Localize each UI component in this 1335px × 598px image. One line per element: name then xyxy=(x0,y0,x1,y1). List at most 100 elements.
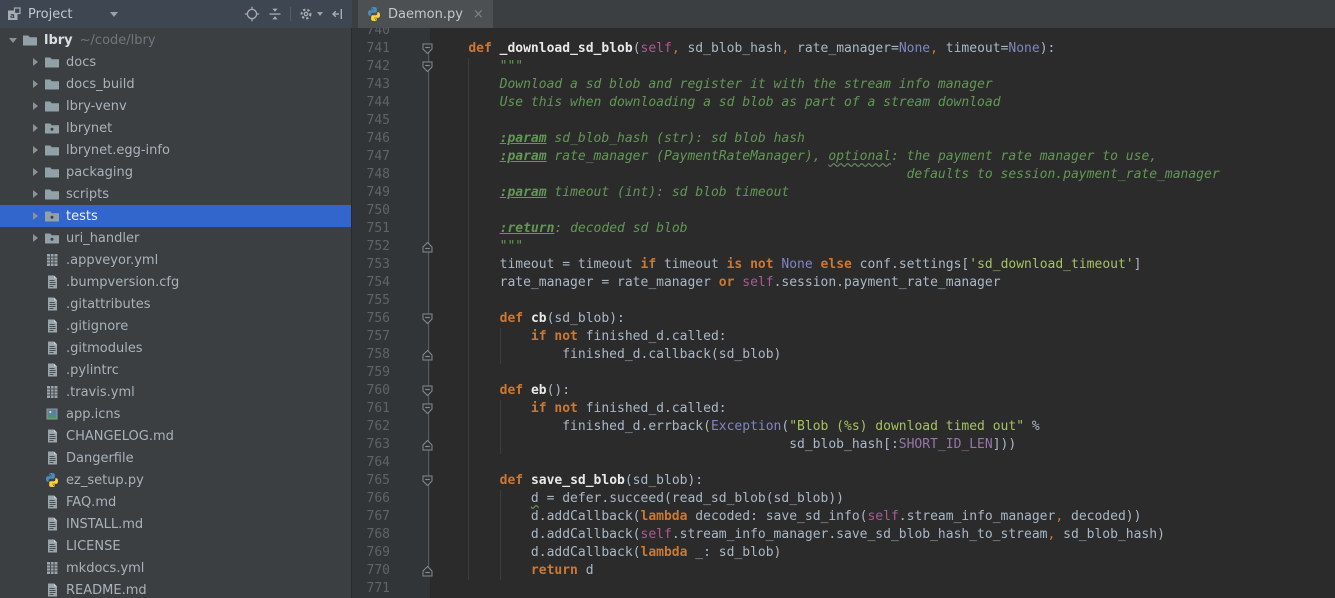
code-line-745[interactable]: 745 xyxy=(352,112,1335,130)
folder-icon xyxy=(22,32,38,48)
chevron-collapsed-icon[interactable] xyxy=(28,146,42,154)
tree-item-lbrynet[interactable]: lbrynet xyxy=(0,117,351,139)
fold-start-marker-icon[interactable] xyxy=(396,58,437,76)
chevron-collapsed-icon[interactable] xyxy=(28,234,42,242)
code-line-749[interactable]: 749 :param timeout (int): sd blob timeou… xyxy=(352,184,1335,202)
project-tool-icon: a xyxy=(6,6,22,22)
tree-item-changelog-md[interactable]: CHANGELOG.md xyxy=(0,425,351,447)
tree-item-ez-setup-py[interactable]: ez_setup.py xyxy=(0,469,351,491)
code-line-766[interactable]: 766 d = defer.succeed(read_sd_blob(sd_bl… xyxy=(352,490,1335,508)
code-line-744[interactable]: 744 Use this when downloading a sd blob … xyxy=(352,94,1335,112)
tree-item--pylintrc[interactable]: .pylintrc xyxy=(0,359,351,381)
chevron-collapsed-icon[interactable] xyxy=(28,190,42,198)
project-tree-panel[interactable]: lbry~/code/lbrydocsdocs_buildlbry-venvlb… xyxy=(0,28,352,598)
code-line-761[interactable]: 761 if not finished_d.called: xyxy=(352,400,1335,418)
tree-item--gitmodules[interactable]: .gitmodules xyxy=(0,337,351,359)
fold-column xyxy=(396,130,437,148)
fold-column xyxy=(396,94,437,112)
fold-end-marker-icon[interactable] xyxy=(396,238,437,256)
fold-start-marker-icon[interactable] xyxy=(396,400,437,418)
code-line-740[interactable]: 740 xyxy=(352,28,1335,40)
fold-start-marker-icon[interactable] xyxy=(396,40,437,58)
code-line-747[interactable]: 747 :param rate_manager (PaymentRateMana… xyxy=(352,148,1335,166)
code-line-751[interactable]: 751 :return: decoded sd blob xyxy=(352,220,1335,238)
tree-item-dangerfile[interactable]: Dangerfile xyxy=(0,447,351,469)
line-number: 758 xyxy=(352,346,396,364)
chevron-collapsed-icon[interactable] xyxy=(28,168,42,176)
tree-item-label: README.md xyxy=(66,583,147,598)
collapse-all-icon[interactable] xyxy=(267,6,283,22)
tree-item--travis-yml[interactable]: .travis.yml xyxy=(0,381,351,403)
code-line-768[interactable]: 768 d.addCallback(self.stream_info_manag… xyxy=(352,526,1335,544)
fold-end-marker-icon[interactable] xyxy=(396,562,437,580)
tree-item-scripts[interactable]: scripts xyxy=(0,183,351,205)
chevron-collapsed-icon[interactable] xyxy=(28,80,42,88)
chevron-down-icon[interactable] xyxy=(110,12,118,17)
code-line-771[interactable]: 771 xyxy=(352,580,1335,598)
locate-icon[interactable] xyxy=(244,6,260,22)
tree-item-mkdocs-yml[interactable]: mkdocs.yml xyxy=(0,557,351,579)
code-line-770[interactable]: 770 return d xyxy=(352,562,1335,580)
close-icon[interactable]: × xyxy=(473,8,484,21)
text-file-icon xyxy=(44,362,60,378)
tab-daemon-py[interactable]: Daemon.py × xyxy=(358,0,493,28)
fold-start-marker-icon[interactable] xyxy=(396,310,437,328)
tree-item-license[interactable]: LICENSE xyxy=(0,535,351,557)
code-line-743[interactable]: 743 Download a sd blob and register it w… xyxy=(352,76,1335,94)
code-line-755[interactable]: 755 xyxy=(352,292,1335,310)
fold-start-marker-icon[interactable] xyxy=(396,472,437,490)
fold-end-marker-icon[interactable] xyxy=(396,346,437,364)
tree-item-lbrynet-egg-info[interactable]: lbrynet.egg-info xyxy=(0,139,351,161)
package-icon xyxy=(44,120,60,136)
fold-column xyxy=(396,418,437,436)
tree-item--gitattributes[interactable]: .gitattributes xyxy=(0,293,351,315)
chevron-collapsed-icon[interactable] xyxy=(28,102,42,110)
tree-item-tests[interactable]: tests xyxy=(0,205,351,227)
gear-icon[interactable] xyxy=(298,6,314,22)
code-text: d.addCallback(self.stream_info_manager.s… xyxy=(437,526,1165,544)
fold-end-marker-icon[interactable] xyxy=(396,436,437,454)
tree-item--appveyor-yml[interactable]: .appveyor.yml xyxy=(0,249,351,271)
code-line-757[interactable]: 757 if not finished_d.called: xyxy=(352,328,1335,346)
code-editor[interactable]: 740741 def _download_sd_blob(self, sd_bl… xyxy=(352,28,1335,598)
tree-item-app-icns[interactable]: app.icns xyxy=(0,403,351,425)
code-line-763[interactable]: 763 sd_blob_hash[:SHORT_ID_LEN])) xyxy=(352,436,1335,454)
code-line-767[interactable]: 767 d.addCallback(lambda decoded: save_s… xyxy=(352,508,1335,526)
line-number: 740 xyxy=(352,28,396,40)
chevron-collapsed-icon[interactable] xyxy=(28,124,42,132)
code-line-759[interactable]: 759 xyxy=(352,364,1335,382)
tree-item-docs-build[interactable]: docs_build xyxy=(0,73,351,95)
tree-item--bumpversion-cfg[interactable]: .bumpversion.cfg xyxy=(0,271,351,293)
code-line-750[interactable]: 750 xyxy=(352,202,1335,220)
code-line-758[interactable]: 758 finished_d.callback(sd_blob) xyxy=(352,346,1335,364)
tree-item-faq-md[interactable]: FAQ.md xyxy=(0,491,351,513)
tree-root-lbry[interactable]: lbry~/code/lbry xyxy=(0,29,351,51)
tree-item-uri-handler[interactable]: uri_handler xyxy=(0,227,351,249)
fold-start-marker-icon[interactable] xyxy=(396,382,437,400)
hide-panel-icon[interactable] xyxy=(330,6,346,22)
code-line-769[interactable]: 769 d.addCallback(lambda _: sd_blob) xyxy=(352,544,1335,562)
code-line-760[interactable]: 760 def eb(): xyxy=(352,382,1335,400)
code-line-752[interactable]: 752 """ xyxy=(352,238,1335,256)
line-number: 743 xyxy=(352,76,396,94)
tree-item-docs[interactable]: docs xyxy=(0,51,351,73)
code-line-756[interactable]: 756 def cb(sd_blob): xyxy=(352,310,1335,328)
tree-item-readme-md[interactable]: README.md xyxy=(0,579,351,598)
code-line-741[interactable]: 741 def _download_sd_blob(self, sd_blob_… xyxy=(352,40,1335,58)
tree-item-lbry-venv[interactable]: lbry-venv xyxy=(0,95,351,117)
code-line-754[interactable]: 754 rate_manager = rate_manager or self.… xyxy=(352,274,1335,292)
code-line-765[interactable]: 765 def save_sd_blob(sd_blob): xyxy=(352,472,1335,490)
code-line-748[interactable]: 748 defaults to session.payment_rate_man… xyxy=(352,166,1335,184)
code-text: """ xyxy=(437,238,523,256)
chevron-collapsed-icon[interactable] xyxy=(28,212,42,220)
code-line-764[interactable]: 764 xyxy=(352,454,1335,472)
tree-item-packaging[interactable]: packaging xyxy=(0,161,351,183)
code-line-742[interactable]: 742 """ xyxy=(352,58,1335,76)
code-line-746[interactable]: 746 :param sd_blob_hash (str): sd blob h… xyxy=(352,130,1335,148)
chevron-expanded-icon[interactable] xyxy=(6,38,20,43)
tree-item--gitignore[interactable]: .gitignore xyxy=(0,315,351,337)
tree-item-install-md[interactable]: INSTALL.md xyxy=(0,513,351,535)
code-line-762[interactable]: 762 finished_d.errback(Exception("Blob (… xyxy=(352,418,1335,436)
chevron-collapsed-icon[interactable] xyxy=(28,58,42,66)
code-line-753[interactable]: 753 timeout = timeout if timeout is not … xyxy=(352,256,1335,274)
